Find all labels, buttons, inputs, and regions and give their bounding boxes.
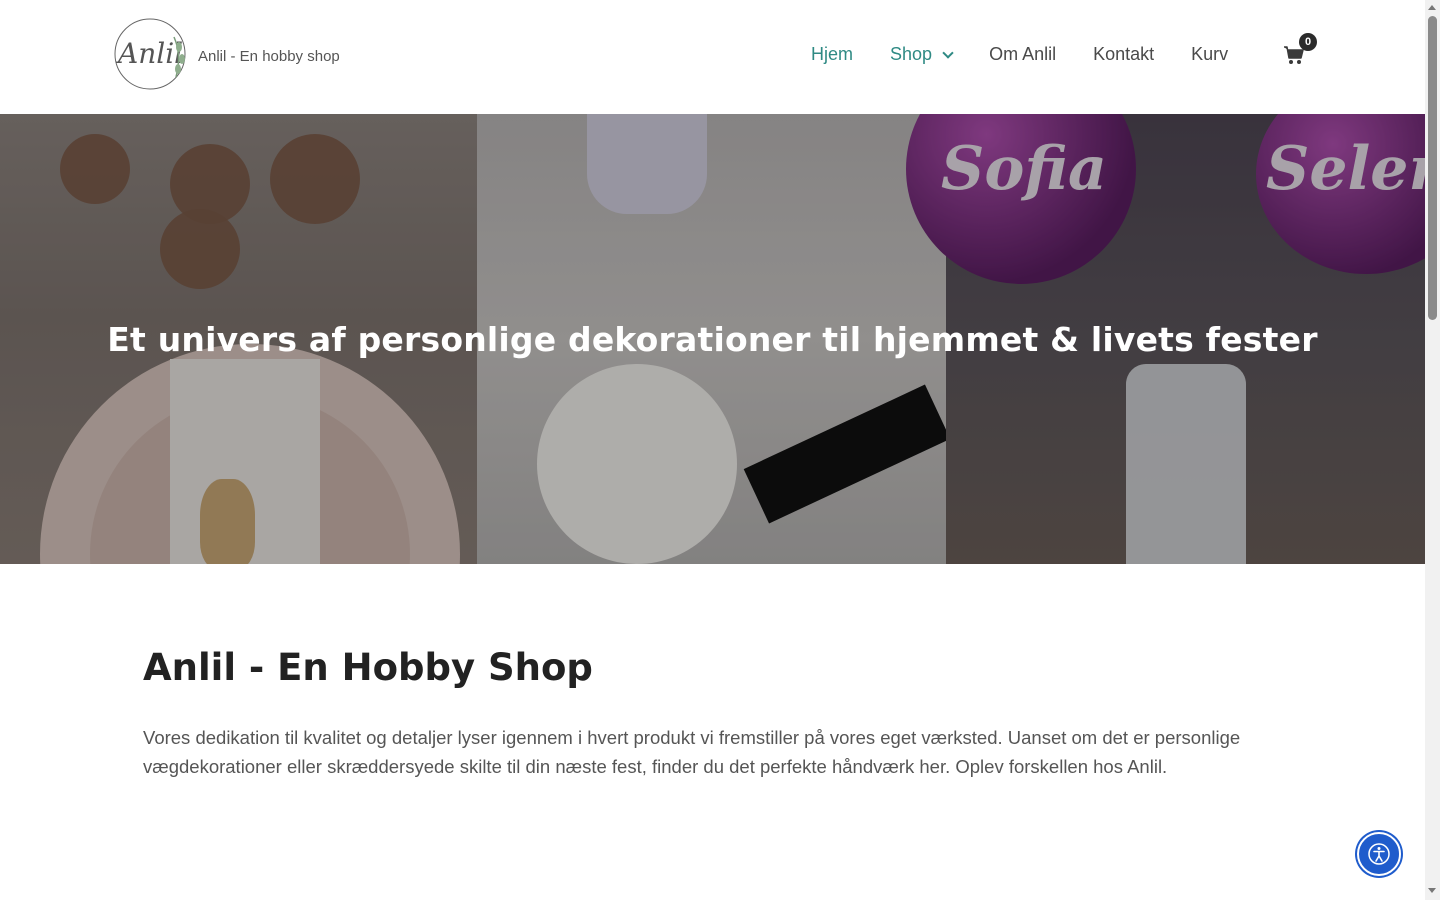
logo-mark: Anlil [112,17,192,92]
nav-item-kontakt[interactable]: Kontakt [1093,44,1154,65]
scroll-down-arrow-icon[interactable] [1428,888,1436,893]
page-title: Anlil - En Hobby Shop [143,646,593,689]
nav-item-kurv[interactable]: Kurv [1191,44,1228,65]
cart-count-badge: 0 [1299,33,1317,51]
chevron-down-icon [942,46,954,59]
site-header: Anlil Anlil - En hobby shop Hjem Shop Om… [0,0,1425,114]
nav-item-om-anlil[interactable]: Om Anlil [989,44,1056,65]
nav-item-shop-label: Shop [890,44,933,64]
main-nav: Hjem Shop Om Anlil Kontakt Kurv [811,44,1265,65]
nav-item-hjem[interactable]: Hjem [811,44,853,65]
hero-title: Et univers af personlige dekorationer ti… [107,320,1318,359]
logo-text: Anlil - En hobby shop [198,48,340,65]
scrollbar[interactable] [1425,0,1440,900]
scroll-up-arrow-icon[interactable] [1428,5,1436,10]
hero-banner: Sofia Selen Et univers af personlige dek… [0,114,1425,564]
nav-item-shop[interactable]: Shop [890,44,954,65]
intro-text: Vores dedikation til kvalitet og detalje… [143,727,1241,777]
accessibility-icon[interactable] [1357,832,1401,876]
logo[interactable]: Anlil Anlil - En hobby shop [112,17,340,92]
scrollbar-thumb[interactable] [1428,16,1437,320]
logo-script: Anlil [115,37,183,70]
